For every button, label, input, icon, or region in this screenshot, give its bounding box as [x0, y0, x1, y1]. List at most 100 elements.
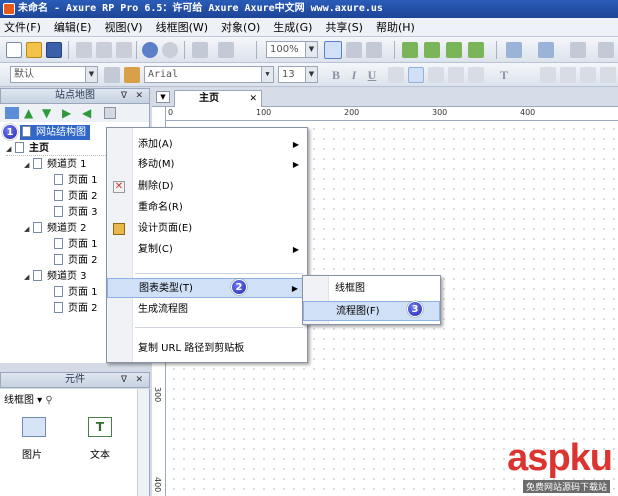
tree-item-page[interactable]: 页面 1 [54, 285, 98, 300]
tree-item-channel-2[interactable]: ◢ 频道页 2 [24, 221, 87, 236]
fill-color-icon[interactable] [506, 42, 522, 58]
menu-object[interactable]: 对象(O) [221, 19, 260, 35]
cut-icon[interactable] [76, 42, 92, 58]
menu-item-label: 添加(A) [138, 139, 173, 150]
tree-item-page[interactable]: 页面 2 [54, 253, 98, 268]
brush-icon[interactable] [124, 67, 140, 83]
bring-front-icon[interactable] [192, 42, 208, 58]
bold-button[interactable]: B [328, 67, 344, 83]
collapse-icon[interactable]: ◢ [24, 222, 33, 237]
add-page-icon[interactable] [5, 107, 19, 119]
text-widget-icon[interactable]: T [88, 417, 112, 437]
close-icon[interactable]: ✕ [135, 373, 143, 387]
menu-item-delete[interactable]: ✕ 删除(D) [107, 177, 307, 197]
delete-page-icon[interactable] [104, 107, 116, 119]
site-watermark: aspku [507, 437, 613, 479]
ungroup-icon[interactable] [424, 42, 440, 58]
arrow-right-icon[interactable]: ▶ [62, 107, 71, 119]
menu-item-copy-url[interactable]: 复制 URL 路径到剪贴板 [107, 339, 307, 359]
connector-icon[interactable] [346, 42, 362, 58]
menu-item-wireframe[interactable]: 线框图 [303, 279, 440, 299]
italic-button[interactable]: I [346, 67, 362, 83]
tree-item-page[interactable]: 页面 2 [54, 189, 98, 204]
arrow-down-icon[interactable]: ▼ [42, 107, 51, 119]
menu-item-chart-type[interactable]: 图表类型(T) ▶ [107, 278, 307, 298]
tree-item-page[interactable]: 页面 2 [54, 301, 98, 316]
align-right-icon[interactable] [428, 67, 444, 83]
collapse-icon[interactable]: ◢ [6, 142, 15, 157]
menu-file[interactable]: 文件(F) [4, 19, 41, 35]
tree-item-page[interactable]: 页面 1 [54, 173, 98, 188]
link-icon[interactable] [468, 67, 484, 83]
distribute-icon[interactable] [468, 42, 484, 58]
menu-edit[interactable]: 编辑(E) [54, 19, 92, 35]
menu-item-generate-flowchart[interactable]: 生成流程图 [107, 300, 307, 320]
chevron-down-icon[interactable]: ▼ [156, 91, 170, 103]
scrollbar[interactable] [137, 389, 149, 496]
valign-bottom-icon[interactable] [580, 67, 596, 83]
collapse-icon[interactable]: ◢ [24, 270, 33, 285]
save-icon[interactable] [46, 42, 62, 58]
tree-item-page[interactable]: 页面 3 [54, 205, 98, 220]
align-icon[interactable] [446, 42, 462, 58]
font-select[interactable]: Arial ▼ [144, 66, 274, 83]
connector-style-icon[interactable] [366, 42, 382, 58]
font-size-select[interactable]: 13 ▼ [278, 66, 318, 83]
widgets-title: 元件 [65, 374, 85, 385]
pin-icon[interactable]: ᐁ [121, 89, 127, 103]
menu-item-add[interactable]: 添加(A) ▶ [107, 135, 307, 155]
tab-home[interactable]: 主页 ✕ [174, 90, 262, 107]
line-width-icon[interactable] [570, 42, 586, 58]
valign-middle-icon[interactable] [560, 67, 576, 83]
tree-item-channel-1[interactable]: ◢ 频道页 1 [24, 157, 87, 172]
copy-icon[interactable] [96, 42, 112, 58]
format-painter-icon[interactable] [104, 67, 120, 83]
close-icon[interactable]: ✕ [249, 91, 257, 107]
tree-root[interactable]: 网站结构图 [20, 125, 90, 140]
menu-wireframe[interactable]: 线框图(W) [156, 19, 208, 35]
tree-item-page[interactable]: 页面 1 [54, 237, 98, 252]
menu-view[interactable]: 视图(V) [104, 19, 142, 35]
paste-icon[interactable] [116, 42, 132, 58]
collapse-icon[interactable]: ◢ [24, 158, 33, 173]
redo-icon[interactable] [162, 42, 178, 58]
zoom-select[interactable]: 100% ▼ [266, 41, 318, 58]
underline-button[interactable]: U [364, 67, 380, 83]
new-file-icon[interactable] [6, 42, 22, 58]
list-icon[interactable] [448, 67, 464, 83]
align-left-icon[interactable] [388, 67, 404, 83]
style-select[interactable]: 默认 ▼ [10, 66, 98, 83]
group-icon[interactable] [402, 42, 418, 58]
more-options-icon[interactable] [600, 67, 616, 83]
menu-share[interactable]: 共享(S) [325, 19, 363, 35]
menu-item-rename[interactable]: 重命名(R) [107, 198, 307, 218]
menu-item-design-page[interactable]: 设计页面(E) [107, 219, 307, 239]
menu-item-copy[interactable]: 复制(C) ▶ [107, 240, 307, 260]
arrow-up-icon[interactable]: ▲ [24, 107, 33, 119]
pin-icon[interactable]: ᐁ [121, 373, 127, 387]
widget-label: 文本 [90, 450, 110, 461]
page-icon [54, 238, 63, 249]
line-color-icon[interactable] [538, 42, 554, 58]
align-center-icon[interactable] [408, 67, 424, 83]
valign-top-icon[interactable] [540, 67, 556, 83]
toolbar-separator [394, 41, 395, 59]
tree-item-channel-3[interactable]: ◢ 频道页 3 [24, 269, 87, 284]
line-style-icon[interactable] [598, 42, 614, 58]
text-color-button[interactable]: T [496, 67, 512, 83]
select-pointer-icon[interactable] [324, 41, 342, 59]
image-widget-icon[interactable] [22, 417, 46, 437]
menu-item-move[interactable]: 移动(M) ▶ [107, 155, 307, 175]
menu-generate[interactable]: 生成(G) [273, 19, 312, 35]
toolbar-separator [256, 41, 257, 59]
search-icon[interactable]: ⚲ [45, 395, 52, 406]
chevron-right-icon: ▶ [292, 245, 299, 254]
chevron-right-icon: ▶ [292, 160, 299, 169]
library-select[interactable]: 线框图 ▾ ⚲ [4, 391, 53, 406]
send-back-icon[interactable] [218, 42, 234, 58]
undo-icon[interactable] [142, 42, 158, 58]
arrow-left-icon[interactable]: ◀ [82, 107, 91, 119]
menu-help[interactable]: 帮助(H) [376, 19, 415, 35]
close-icon[interactable]: ✕ [135, 89, 143, 103]
open-folder-icon[interactable] [26, 42, 42, 58]
